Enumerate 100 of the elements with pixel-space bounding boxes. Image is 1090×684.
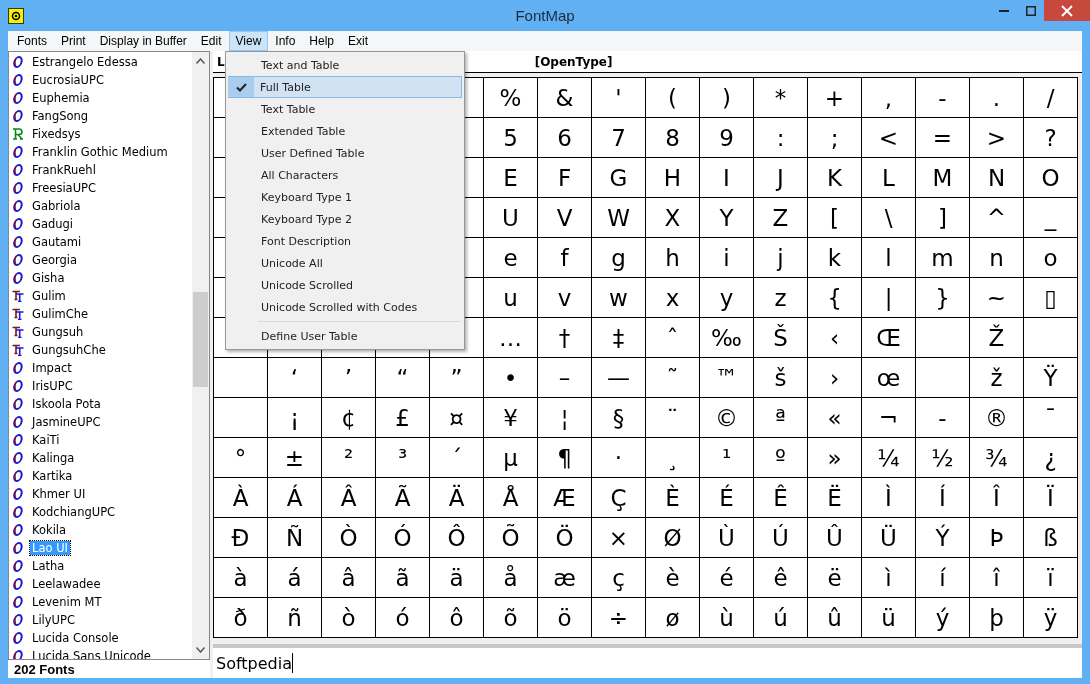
table-cell[interactable]: Y [700, 198, 754, 238]
table-cell[interactable]: ÿ [1024, 598, 1078, 638]
table-cell[interactable]: ? [1024, 118, 1078, 158]
menu-item[interactable]: Exit [341, 31, 376, 51]
table-cell[interactable]: + [808, 78, 862, 118]
table-cell[interactable]: V [538, 198, 592, 238]
table-cell[interactable]: ñ [268, 598, 322, 638]
table-cell[interactable]: º [754, 438, 808, 478]
table-cell[interactable]: * [754, 78, 808, 118]
table-cell[interactable]: M [916, 158, 970, 198]
table-cell[interactable]: ] [916, 198, 970, 238]
table-cell[interactable]: ^ [970, 198, 1024, 238]
font-list-item[interactable]: Estrangelo Edessa [30, 55, 140, 69]
table-cell[interactable]: X [646, 198, 700, 238]
table-cell[interactable]: Ý [916, 518, 970, 558]
table-cell[interactable]: • [484, 358, 538, 398]
table-cell[interactable]: õ [484, 598, 538, 638]
table-cell[interactable]: Ö [538, 518, 592, 558]
table-cell[interactable]: ˜ [646, 358, 700, 398]
font-list-item[interactable]: GungsuhChe [30, 343, 108, 357]
table-cell[interactable]: Û [808, 518, 862, 558]
menu-item[interactable]: Print [54, 31, 93, 51]
table-cell[interactable] [214, 398, 268, 438]
table-cell[interactable]: Î [970, 478, 1024, 518]
font-list-item[interactable]: FangSong [30, 109, 91, 123]
table-cell[interactable]: Œ [862, 318, 916, 358]
table-cell[interactable]: k [808, 238, 862, 278]
table-cell[interactable]: W [592, 198, 646, 238]
table-cell[interactable]: > [970, 118, 1024, 158]
table-cell[interactable]: . [970, 78, 1024, 118]
table-cell[interactable]: Ó [376, 518, 430, 558]
table-cell[interactable]: y [700, 278, 754, 318]
table-cell[interactable]: ³ [376, 438, 430, 478]
table-cell[interactable]: o [1024, 238, 1078, 278]
table-cell[interactable]: ¯ [1024, 398, 1078, 438]
menu-entry[interactable]: Extended Table [228, 120, 462, 142]
table-cell[interactable]: ” [430, 358, 484, 398]
table-cell[interactable]: Ù [700, 518, 754, 558]
table-cell[interactable]: î [970, 558, 1024, 598]
font-list-item[interactable]: Iskoola Pota [30, 397, 103, 411]
table-cell[interactable]: w [592, 278, 646, 318]
font-list-item[interactable]: JasmineUPC [30, 415, 103, 429]
table-cell[interactable]: { [808, 278, 862, 318]
table-cell[interactable]: Å [484, 478, 538, 518]
table-cell[interactable]: Ñ [268, 518, 322, 558]
sample-text-field[interactable]: Softpedia [213, 644, 1082, 678]
table-cell[interactable]: ˆ [646, 318, 700, 358]
menu-item[interactable]: Edit [193, 31, 229, 51]
font-list-item[interactable]: Kartika [30, 469, 75, 483]
table-cell[interactable]: - [916, 78, 970, 118]
table-cell[interactable]: Ï [1024, 478, 1078, 518]
table-cell[interactable]: ‘ [268, 358, 322, 398]
table-cell[interactable]: ÷ [592, 598, 646, 638]
table-cell[interactable]: h [646, 238, 700, 278]
table-cell[interactable]: N [970, 158, 1024, 198]
table-cell[interactable]: “ [376, 358, 430, 398]
table-cell[interactable]: £ [376, 398, 430, 438]
table-cell[interactable]: 6 [538, 118, 592, 158]
menu-entry[interactable]: Define User Table [228, 325, 462, 347]
table-cell[interactable]: Š [754, 318, 808, 358]
font-list-item[interactable]: Lucida Console [30, 631, 121, 645]
table-cell[interactable]: ▯ [1024, 278, 1078, 318]
table-cell[interactable]: O [1024, 158, 1078, 198]
menu-entry[interactable]: Unicode Scrolled [228, 274, 462, 296]
table-cell[interactable]: ‹ [808, 318, 862, 358]
font-list-item[interactable]: Euphemia [30, 91, 92, 105]
font-list-item[interactable]: Franklin Gothic Medium [30, 145, 170, 159]
menu-entry[interactable]: All Characters [228, 164, 462, 186]
table-cell[interactable]: l [862, 238, 916, 278]
menu-item[interactable]: View [228, 31, 269, 51]
table-cell[interactable]: Ð [214, 518, 268, 558]
table-cell[interactable]: æ [538, 558, 592, 598]
font-list-item[interactable]: Kokila [30, 523, 69, 537]
table-cell[interactable]: x [646, 278, 700, 318]
table-cell[interactable]: ž [970, 358, 1024, 398]
table-cell[interactable]: ± [268, 438, 322, 478]
table-cell[interactable]: Ô [430, 518, 484, 558]
table-cell[interactable]: É [700, 478, 754, 518]
table-cell[interactable]: & [538, 78, 592, 118]
table-cell[interactable]: ¡ [268, 398, 322, 438]
table-cell[interactable]: ª [754, 398, 808, 438]
menu-item[interactable]: Help [302, 31, 342, 51]
table-cell[interactable]: J [754, 158, 808, 198]
table-cell[interactable]: Ç [592, 478, 646, 518]
font-list-item[interactable]: Kalinga [30, 451, 77, 465]
table-cell[interactable]: E [484, 158, 538, 198]
font-list-item[interactable]: KaiTi [30, 433, 62, 447]
table-cell[interactable]: 8 [646, 118, 700, 158]
table-cell[interactable]: » [808, 438, 862, 478]
menu-item[interactable]: Display in Buffer [92, 31, 194, 51]
table-cell[interactable]: ² [322, 438, 376, 478]
table-cell[interactable]: ¿ [1024, 438, 1078, 478]
font-list-item[interactable]: Gadugi [30, 217, 76, 231]
table-cell[interactable]: ® [970, 398, 1024, 438]
table-cell[interactable]: ¹ [700, 438, 754, 478]
table-cell[interactable]: è [646, 558, 700, 598]
table-cell[interactable]: ’ [322, 358, 376, 398]
table-cell[interactable]: í [916, 558, 970, 598]
table-cell[interactable]: È [646, 478, 700, 518]
table-cell[interactable]: ~ [970, 278, 1024, 318]
